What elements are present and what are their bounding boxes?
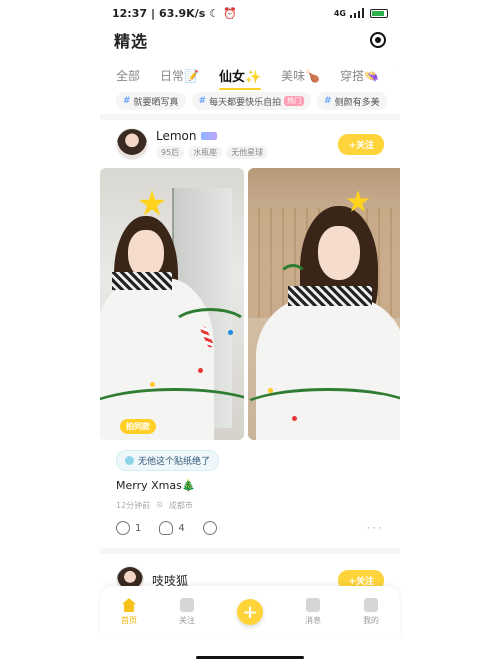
star-icon xyxy=(180,598,194,612)
network-speed: 63.9K/s xyxy=(159,6,206,20)
alarm-icon: ⏰ xyxy=(223,6,237,20)
planet-tag: 无他星球 xyxy=(226,146,269,159)
follow-button[interactable]: +关注 xyxy=(338,134,384,155)
like-count: 4 xyxy=(178,522,185,534)
post-location: 成都市 xyxy=(168,501,193,510)
nav-mine-label: 我的 xyxy=(363,616,379,625)
location-pin-icon: ⊙ xyxy=(156,500,163,509)
hashtag-icon: # xyxy=(198,96,207,106)
topic-label: 就要晒写真 xyxy=(133,97,179,108)
age-tag: 95后 xyxy=(156,146,185,159)
nav-follow[interactable]: 关注 xyxy=(179,598,195,626)
sticker-icon xyxy=(125,456,134,465)
tab-outfit[interactable]: 穿搭👒 xyxy=(340,67,379,84)
status-time: 12:37 xyxy=(112,6,148,20)
comment-icon xyxy=(116,521,130,535)
nav-mine[interactable]: 我的 xyxy=(363,598,379,626)
zodiac-tag: 水瓶座 xyxy=(188,146,223,159)
avatar[interactable] xyxy=(116,128,148,160)
comment-button[interactable]: 1 xyxy=(116,521,141,535)
page-header: 精选 xyxy=(100,26,400,54)
comment-count: 1 xyxy=(135,522,142,534)
share-button[interactable] xyxy=(202,521,217,535)
topic-label: 侧颜有多美 xyxy=(334,97,380,108)
section-divider xyxy=(100,548,400,554)
topic-chips: # 就要晒写真 # 每天都要快乐自拍 热门 # 侧颜有多美 xyxy=(100,92,400,110)
signal-icon xyxy=(350,8,366,18)
post-photo[interactable] xyxy=(248,168,400,440)
nav-follow-label: 关注 xyxy=(179,616,195,625)
nav-home[interactable]: 首页 xyxy=(121,598,137,626)
hot-badge: 热门 xyxy=(284,96,305,106)
moon-icon: ☾ xyxy=(209,6,220,20)
vip-badge-icon xyxy=(200,132,217,140)
same-style-badge[interactable]: 拍同款 xyxy=(120,419,156,434)
nav-messages[interactable]: 消息 xyxy=(305,598,321,626)
profile-icon xyxy=(364,598,378,612)
topic-chip[interactable]: # 每天都要快乐自拍 热门 xyxy=(191,92,312,110)
topic-label: 每天都要快乐自拍 xyxy=(209,97,282,108)
post-caption: Merry Xmas🎄 xyxy=(116,479,196,492)
post-time: 12分钟前 xyxy=(116,501,151,510)
more-options-icon[interactable]: ··· xyxy=(367,521,384,535)
photo-carousel[interactable]: 拍同款 xyxy=(100,168,400,440)
category-tabs: 全部 日常📝 仙女✨ 美味🍗 穿搭👒 萌宠 xyxy=(100,60,400,90)
tab-pets[interactable]: 萌宠 xyxy=(399,67,400,84)
hashtag-icon: # xyxy=(324,96,332,106)
page-title: 精选 xyxy=(114,28,149,52)
tab-fairy[interactable]: 仙女✨ xyxy=(218,66,262,90)
feed-post: Lemon 95后 水瓶座 无他星球 +关注 拍同款 无他这个贴纸绝了 Merr… xyxy=(100,126,400,535)
message-icon xyxy=(306,598,320,612)
section-divider xyxy=(100,114,400,120)
battery-icon xyxy=(370,8,388,18)
author-name[interactable]: Lemon xyxy=(156,129,197,143)
share-icon xyxy=(202,521,217,535)
sticker-link[interactable]: 无他这个贴纸绝了 xyxy=(116,450,220,471)
tab-daily[interactable]: 日常📝 xyxy=(160,67,199,84)
home-icon xyxy=(122,598,136,612)
topic-chip[interactable]: # 侧颜有多美 xyxy=(317,92,387,110)
post-actions: 1 4 ··· xyxy=(100,511,400,535)
hashtag-icon: # xyxy=(123,96,131,106)
sticker-label: 无他这个贴纸绝了 xyxy=(138,457,211,467)
nav-messages-label: 消息 xyxy=(305,616,321,625)
heart-icon xyxy=(159,521,174,535)
post-meta: 12分钟前 ⊙ 成都市 xyxy=(100,492,400,511)
post-photo[interactable]: 拍同款 xyxy=(100,168,244,440)
post-author-row: Lemon 95后 水瓶座 无他星球 +关注 xyxy=(100,126,400,162)
like-button[interactable]: 4 xyxy=(159,521,185,535)
nav-home-label: 首页 xyxy=(121,616,137,625)
topic-chip[interactable]: # 就要晒写真 xyxy=(116,92,186,110)
home-indicator[interactable] xyxy=(196,656,304,659)
author-tags: 95后 水瓶座 无他星球 xyxy=(156,146,269,159)
camera-target-icon[interactable] xyxy=(370,32,386,48)
create-post-button[interactable]: + xyxy=(237,599,263,625)
tab-food[interactable]: 美味🍗 xyxy=(281,67,320,84)
status-bar: 12:37 | 63.9K/s ☾ ⏰ 4G xyxy=(0,0,500,26)
bottom-navigation: 首页 关注 + 消息 我的 xyxy=(100,586,400,638)
tab-all[interactable]: 全部 xyxy=(116,67,140,84)
network-type: 4G xyxy=(333,8,346,18)
